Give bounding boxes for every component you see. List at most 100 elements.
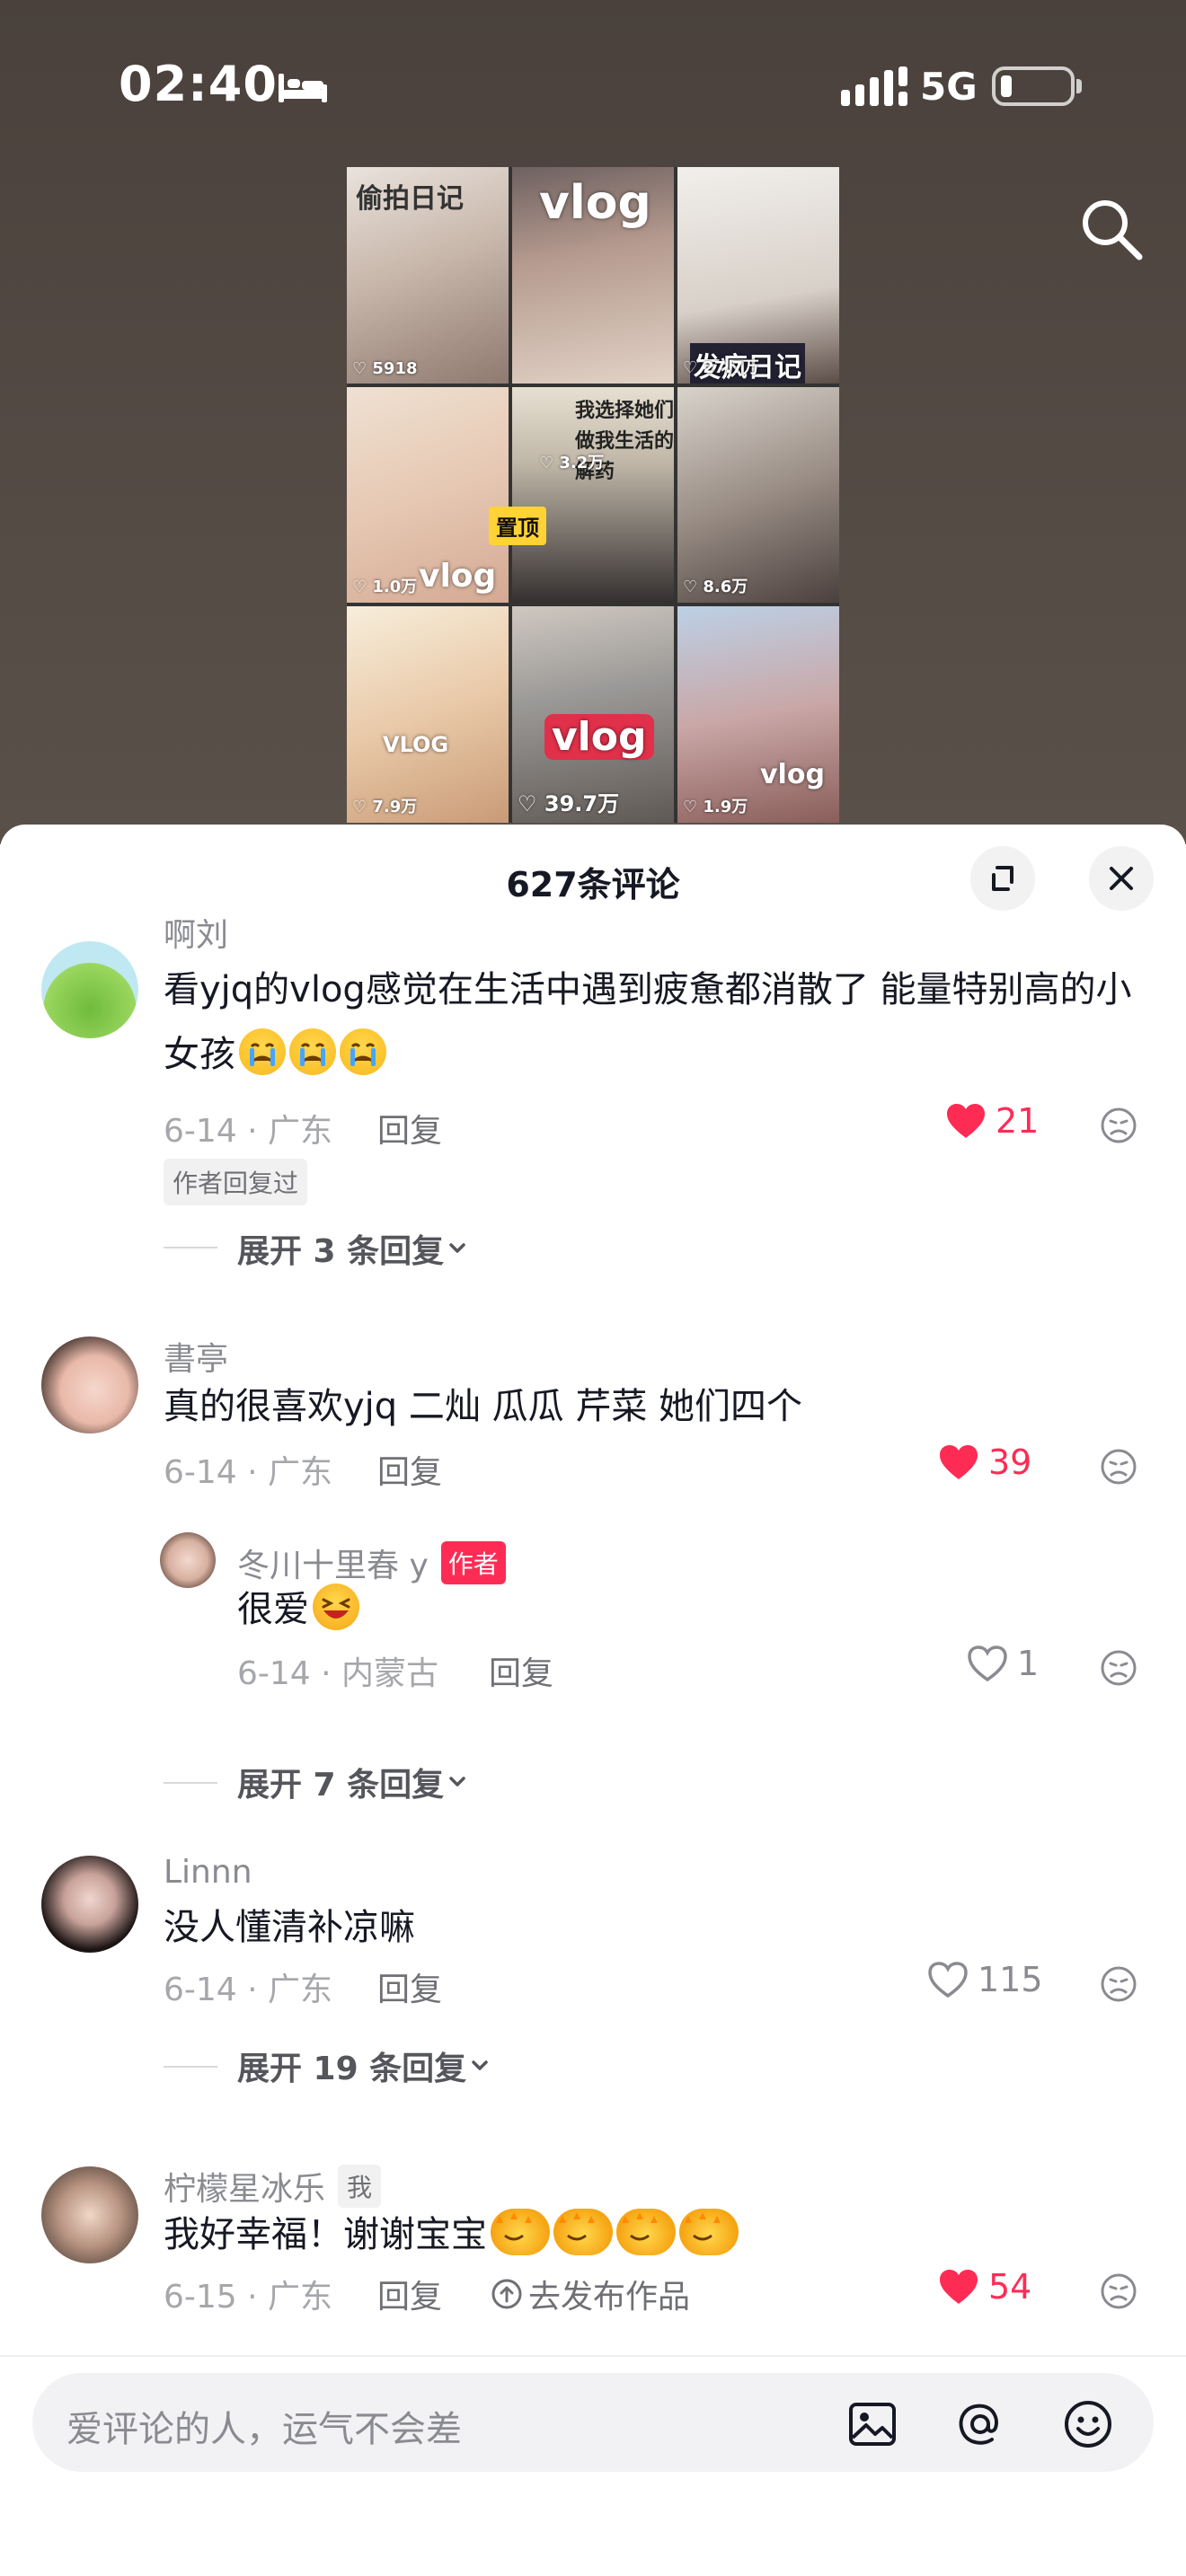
avatar[interactable] xyxy=(41,2166,138,2263)
comment-date-location: 6-14 · 广东 xyxy=(164,1454,333,1491)
expand-sheet-icon[interactable] xyxy=(970,846,1035,911)
self-tag: 我 xyxy=(338,2165,382,2208)
like-button[interactable]: 54 xyxy=(938,2267,1031,2307)
dislike-icon[interactable] xyxy=(1100,1107,1137,1144)
thumb-views: ♡ 3.2万 xyxy=(539,453,605,472)
thumb-caption: vlog xyxy=(544,714,654,761)
expand-replies-label: 展开 7 条回复 xyxy=(237,1767,445,1804)
comment-date-location: 6-15 · 广东 xyxy=(164,2279,333,2316)
video-thumb[interactable]: vlog ♡ 1.0万 xyxy=(347,386,509,604)
comment-text: 真的很喜欢yjq 二灿 瓜瓜 芹菜 她们四个 xyxy=(164,1386,803,1427)
comment-date-location: 6-14 · 广东 xyxy=(164,1972,333,2008)
like-count: 1 xyxy=(1017,1644,1040,1683)
dislike-icon[interactable] xyxy=(1100,1965,1137,2003)
crying-emoji-icon xyxy=(289,1028,336,1075)
like-button[interactable]: 115 xyxy=(927,1960,1043,1999)
comment-date-location: 6-14 · 广东 xyxy=(164,1113,333,1150)
thumb-caption: vlog xyxy=(539,176,651,230)
crying-emoji-icon xyxy=(239,1028,286,1075)
search-icon[interactable] xyxy=(1075,192,1146,264)
comment-input-bar: 爱评论的人，运气不会差 xyxy=(0,2355,1186,2576)
comment-username[interactable]: 啊刘 xyxy=(164,909,228,956)
crying-emoji-icon xyxy=(340,1028,386,1075)
image-icon[interactable] xyxy=(846,2398,898,2450)
video-background: 02:40 5G 偷拍日记 ♡ 5918 vlog 发疯日记 ♡ 27.7万 v… xyxy=(0,0,1186,844)
reply-button[interactable]: 回复 xyxy=(377,2271,442,2317)
pinned-badge: 置顶 xyxy=(489,507,546,545)
video-thumb[interactable]: 偷拍日记 ♡ 5918 xyxy=(347,167,509,384)
comment-text: 看yjq的vlog感觉在生活中遇到疲惫都消散了 能量特别高的小女孩 xyxy=(164,957,1152,1087)
comment-sheet: 627条评论 啊刘 看yjq的vlog感觉在生活中遇到疲惫都消散了 能量特别高的… xyxy=(0,825,1186,2576)
comment-username[interactable]: Linnn xyxy=(164,1854,252,1891)
comment-input-placeholder: 爱评论的人，运气不会差 xyxy=(66,2409,462,2450)
sparkle-face-emoji-icon xyxy=(553,2209,613,2255)
like-button[interactable]: 21 xyxy=(945,1101,1039,1141)
video-thumb[interactable]: VLOG ♡ 7.9万 xyxy=(347,606,509,823)
expand-divider xyxy=(164,2066,217,2068)
video-grid: 偷拍日记 ♡ 5918 vlog 发疯日记 ♡ 27.7万 vlog ♡ 1.0… xyxy=(347,167,839,823)
expand-replies-button[interactable]: 展开 7 条回复 xyxy=(237,1759,471,1805)
reply-button[interactable]: 回复 xyxy=(377,1446,442,1493)
comment-text-body: 我好幸福！谢谢宝宝 xyxy=(164,2214,487,2255)
video-thumb[interactable]: ♡ 8.6万 xyxy=(677,386,839,604)
thumb-views: ♡ 5918 xyxy=(352,358,418,378)
like-count: 115 xyxy=(978,1960,1043,1999)
reply-button[interactable]: 回复 xyxy=(377,1105,442,1151)
avatar[interactable] xyxy=(41,941,138,1038)
avatar[interactable] xyxy=(160,1532,216,1588)
reply-button[interactable]: 回复 xyxy=(489,1647,553,1694)
expand-replies-button[interactable]: 展开 3 条回复 xyxy=(237,1225,471,1272)
avatar[interactable] xyxy=(41,1337,138,1434)
thumb-caption: VLOG xyxy=(383,732,449,758)
reply-date-location: 6-14 · 内蒙古 xyxy=(237,1655,439,1692)
publish-work-button[interactable]: 去发布作品 xyxy=(491,2271,690,2317)
chevron-down-icon xyxy=(449,1777,465,1786)
dislike-icon[interactable] xyxy=(1100,1649,1137,1687)
reply-button[interactable]: 回复 xyxy=(377,1963,442,2010)
sparkle-face-emoji-icon xyxy=(679,2209,739,2255)
like-count: 39 xyxy=(988,1442,1032,1482)
video-thumb[interactable]: vlog ♡ 1.9万 xyxy=(677,606,839,823)
heart-filled-icon xyxy=(947,1104,985,1138)
mention-icon[interactable] xyxy=(954,2398,1006,2450)
thumb-views: ♡ 8.6万 xyxy=(683,578,748,597)
thumb-caption: 我选择她们做我生活的解药 xyxy=(575,399,674,483)
chevron-down-icon xyxy=(472,2060,488,2070)
heart-outline-icon xyxy=(968,1645,1007,1682)
reply-text-body: 很爱 xyxy=(237,1589,309,1630)
heart-filled-icon xyxy=(940,2270,978,2304)
author-replied-tag: 作者回复过 xyxy=(164,1159,308,1205)
battery-icon xyxy=(992,66,1082,106)
video-thumb[interactable]: 发疯日记 ♡ 27.7万 xyxy=(677,167,839,384)
thumb-views: ♡ 39.7万 xyxy=(518,791,620,816)
cellular-signal-icon xyxy=(841,66,907,106)
thumb-caption: vlog xyxy=(760,759,825,791)
chevron-down-icon xyxy=(449,1243,465,1253)
heart-outline-icon xyxy=(928,1962,968,1998)
like-count: 54 xyxy=(988,2267,1032,2307)
comment-text: 没人懂清补凉嘛 xyxy=(164,1907,415,1948)
video-thumb[interactable]: vlog ♡ 39.7万 xyxy=(512,606,674,823)
like-count: 21 xyxy=(996,1101,1040,1141)
thumb-views: ♡ 1.0万 xyxy=(352,578,418,597)
video-thumb[interactable]: vlog xyxy=(512,167,674,384)
expand-divider xyxy=(164,1247,217,1248)
video-thumb[interactable]: 我选择她们做我生活的解药 ♡ 3.2万 xyxy=(512,386,674,604)
close-icon[interactable] xyxy=(1089,846,1154,911)
like-button[interactable]: 39 xyxy=(938,1442,1031,1482)
emoji-icon[interactable] xyxy=(1062,2398,1114,2450)
sparkle-face-emoji-icon xyxy=(616,2209,676,2255)
avatar[interactable] xyxy=(41,1856,138,1953)
expand-replies-button[interactable]: 展开 19 条回复 xyxy=(237,2042,493,2089)
dislike-icon[interactable] xyxy=(1100,1448,1137,1486)
expand-replies-label: 展开 19 条回复 xyxy=(237,2051,467,2087)
comment-username[interactable]: 書亭 xyxy=(164,1333,228,1380)
like-button[interactable]: 1 xyxy=(967,1644,1039,1683)
expand-replies-label: 展开 3 条回复 xyxy=(237,1233,445,1270)
dislike-icon[interactable] xyxy=(1100,2272,1137,2310)
laughing-emoji-icon xyxy=(313,1584,359,1630)
sparkle-face-emoji-icon xyxy=(491,2209,550,2255)
status-bar: 02:40 5G xyxy=(0,0,1186,171)
comment-input[interactable]: 爱评论的人，运气不会差 xyxy=(32,2373,1154,2472)
thumb-caption: vlog xyxy=(419,557,497,595)
